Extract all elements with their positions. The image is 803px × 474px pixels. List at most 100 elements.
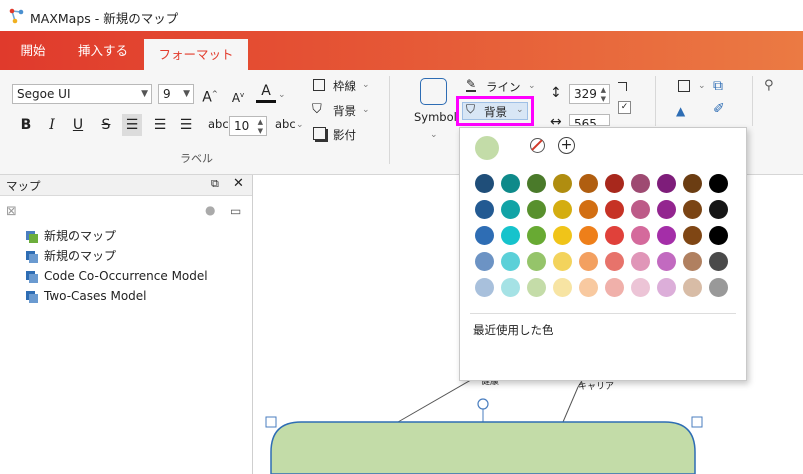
align-right-icon[interactable]: ☰ [176, 114, 196, 136]
color-swatch[interactable] [709, 278, 728, 297]
color-swatch[interactable] [553, 252, 572, 271]
height-stepper[interactable]: 329 ▲ ▼ [569, 84, 610, 104]
color-swatch[interactable] [631, 278, 650, 297]
color-swatch[interactable] [553, 174, 572, 193]
color-swatch[interactable] [605, 252, 624, 271]
float-panel-icon[interactable]: ⧉ [211, 177, 219, 191]
symbol-label[interactable]: Symbol [414, 110, 457, 124]
color-swatch[interactable] [631, 174, 650, 193]
align-left-icon[interactable]: ☰ [122, 114, 142, 136]
border-label[interactable]: 枠線 [333, 78, 356, 94]
color-swatch[interactable] [501, 278, 520, 297]
color-swatch[interactable] [475, 200, 494, 219]
underline-icon[interactable]: U [68, 114, 88, 136]
shape-outline-icon[interactable] [678, 80, 690, 92]
color-swatch[interactable] [553, 200, 572, 219]
strikethrough-icon[interactable]: S [96, 114, 116, 136]
tab-format[interactable]: フォーマット [144, 39, 248, 70]
color-swatch[interactable] [683, 174, 702, 193]
color-swatch[interactable] [657, 278, 676, 297]
color-swatch[interactable] [527, 278, 546, 297]
color-swatch[interactable] [631, 200, 650, 219]
border-icon[interactable] [313, 79, 325, 91]
corner-icon[interactable] [618, 82, 627, 91]
current-color-swatch[interactable] [475, 136, 499, 160]
font-color-icon[interactable]: A [256, 82, 276, 103]
color-swatch[interactable] [553, 226, 572, 245]
color-swatch[interactable] [709, 200, 728, 219]
color-swatch[interactable] [657, 226, 676, 245]
color-swatch[interactable] [683, 252, 702, 271]
line-pen-icon[interactable]: ✎ [466, 78, 477, 92]
color-swatch[interactable] [709, 252, 728, 271]
color-swatch[interactable] [527, 200, 546, 219]
color-swatch[interactable] [501, 252, 520, 271]
color-swatch[interactable] [631, 252, 650, 271]
bold-icon[interactable]: B [16, 114, 36, 136]
lock-ratio-checkbox[interactable]: ✓ [618, 101, 631, 114]
chevron-down-icon[interactable]: ⌄ [296, 120, 304, 130]
chevron-down-icon[interactable]: ⌄ [362, 105, 370, 115]
bring-forward-icon[interactable]: ▲ [676, 104, 685, 118]
comment-icon[interactable]: ● [205, 203, 215, 217]
no-color-icon[interactable] [530, 138, 545, 153]
color-swatch[interactable] [527, 226, 546, 245]
color-swatch[interactable] [631, 226, 650, 245]
color-swatch[interactable] [657, 200, 676, 219]
color-swatch[interactable] [501, 174, 520, 193]
map-item[interactable]: Two-Cases Model [26, 287, 147, 305]
color-swatch[interactable] [579, 226, 598, 245]
map-item[interactable]: Code Co-Occurrence Model [26, 267, 208, 285]
indent-stepper[interactable]: 10 ▲ ▼ [229, 116, 267, 136]
color-swatch[interactable] [709, 226, 728, 245]
color-swatch[interactable] [683, 278, 702, 297]
background-label[interactable]: 背景 [333, 103, 356, 119]
shrink-font-icon[interactable]: Av [228, 84, 248, 106]
delete-map-icon[interactable]: ⊠ [6, 204, 17, 219]
color-swatch[interactable] [683, 226, 702, 245]
color-swatch[interactable] [605, 226, 624, 245]
color-swatch[interactable] [527, 252, 546, 271]
copy-format-icon[interactable]: ⧉ [713, 78, 723, 94]
color-swatch[interactable] [475, 226, 494, 245]
color-swatch[interactable] [683, 200, 702, 219]
chevron-down-icon[interactable]: ⌄ [278, 90, 286, 100]
width-stepper[interactable]: 565 [569, 114, 610, 126]
color-swatch[interactable] [579, 174, 598, 193]
map-item[interactable]: 新規のマップ [26, 247, 116, 265]
new-folder-icon[interactable]: ▭ [230, 204, 241, 218]
color-swatch[interactable] [475, 278, 494, 297]
shadow-icon[interactable] [313, 127, 326, 140]
color-swatch[interactable] [709, 174, 728, 193]
text-wrap-icon[interactable]: abc [275, 117, 296, 131]
color-swatch[interactable] [579, 200, 598, 219]
italic-icon[interactable]: I [42, 114, 62, 136]
add-color-icon[interactable]: + [558, 137, 575, 154]
color-swatch[interactable] [605, 278, 624, 297]
color-swatch[interactable] [605, 200, 624, 219]
map-item[interactable]: 新規のマップ [26, 227, 116, 245]
color-swatch[interactable] [527, 174, 546, 193]
fill-bucket-icon[interactable]: ⛉ [312, 102, 322, 117]
color-swatch[interactable] [579, 278, 598, 297]
chevron-down-icon[interactable]: ⌄ [528, 81, 536, 91]
close-icon[interactable]: ✕ [233, 176, 244, 191]
chevron-down-icon[interactable]: ⌄ [698, 81, 706, 91]
shape-background-button[interactable]: ⛉ 背景 ⌄ [456, 96, 534, 126]
tab-insert[interactable]: 挿入する [66, 31, 140, 70]
color-swatch[interactable] [605, 174, 624, 193]
color-swatch[interactable] [475, 174, 494, 193]
align-center-icon[interactable]: ☰ [150, 114, 170, 136]
grow-font-icon[interactable]: A^ [200, 83, 220, 106]
chevron-down-icon[interactable]: ⌄ [430, 130, 438, 140]
font-family-select[interactable]: Segoe UI ▼ [12, 84, 152, 104]
line-label[interactable]: ライン [486, 79, 521, 95]
color-swatch[interactable] [579, 252, 598, 271]
color-swatch[interactable] [657, 174, 676, 193]
color-swatch[interactable] [657, 252, 676, 271]
color-swatch[interactable] [553, 278, 572, 297]
color-swatch[interactable] [475, 252, 494, 271]
chevron-down-icon[interactable]: ⌄ [362, 80, 370, 90]
shadow-label[interactable]: 影付 [333, 127, 356, 143]
font-size-select[interactable]: 9 ▼ [158, 84, 194, 104]
